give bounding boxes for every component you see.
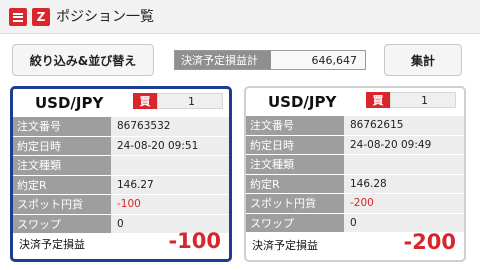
buy-badge: 買 — [133, 93, 157, 109]
detail-row: 約定R 146.28 — [246, 173, 464, 193]
row-value: 146.27 — [111, 175, 229, 194]
detail-rows: 注文番号 86762615 約定日時 24-08-20 09:49 注文種類 約… — [246, 115, 464, 232]
quantity: 1 — [390, 92, 456, 108]
detail-row: 注文種類 — [246, 154, 464, 174]
detail-row: 注文番号 86762615 — [246, 115, 464, 135]
row-value — [344, 155, 464, 174]
aggregate-button[interactable]: 集計 — [384, 44, 462, 76]
summary-value: 646,647 — [311, 53, 358, 67]
detail-row: スポット円貨 -100 — [13, 194, 229, 214]
profit-loss-value: -200 — [403, 230, 456, 254]
row-label: スポット円貨 — [246, 194, 344, 213]
profit-loss-row: 決済予定損益 -100 — [13, 225, 229, 259]
detail-row: 約定日時 24-08-20 09:51 — [13, 135, 229, 155]
row-value: -200 — [344, 194, 464, 213]
row-value: 86762615 — [344, 116, 464, 135]
detail-row: 約定日時 24-08-20 09:49 — [246, 134, 464, 154]
profit-loss-label: 決済予定損益 — [252, 239, 318, 252]
row-label: 注文種類 — [13, 156, 111, 175]
row-label: 注文番号 — [13, 117, 111, 136]
summary-total-display: 決済予定損益計 646,647 — [174, 50, 366, 70]
detail-rows: 注文番号 86763532 約定日時 24-08-20 09:51 注文種類 約… — [13, 116, 229, 233]
quantity: 1 — [157, 93, 223, 109]
detail-row: スポット円貨 -200 — [246, 193, 464, 213]
row-label: 注文番号 — [246, 116, 344, 135]
filter-sort-button[interactable]: 絞り込み&並び替え — [12, 44, 154, 76]
card-header: USD/JPY 買 1 — [13, 89, 229, 116]
row-value: -100 — [111, 195, 229, 214]
row-label: 約定R — [246, 174, 344, 193]
hamburger-menu-icon[interactable] — [9, 8, 27, 26]
detail-row: 約定R 146.27 — [13, 174, 229, 194]
row-value: 86763532 — [111, 117, 229, 136]
row-value: 146.28 — [344, 174, 464, 193]
row-label: スポット円貨 — [13, 195, 111, 214]
row-value — [111, 156, 229, 175]
page-title: ポジション一覧 — [56, 9, 154, 25]
header-bar: Z ポジション一覧 — [0, 0, 480, 34]
card-header: USD/JPY 買 1 — [246, 88, 464, 115]
profit-loss-label: 決済予定損益 — [19, 238, 85, 251]
buy-badge: 買 — [366, 92, 390, 108]
position-card-2[interactable]: USD/JPY 買 1 注文番号 86762615 約定日時 24-08-20 … — [244, 86, 466, 262]
currency-pair: USD/JPY — [35, 94, 104, 112]
logo-text: Z — [36, 10, 46, 24]
row-label: 約定日時 — [13, 136, 111, 155]
profit-loss-value: -100 — [168, 229, 221, 253]
summary-label: 決済予定損益計 — [175, 51, 271, 69]
z-logo-icon[interactable]: Z — [32, 8, 50, 26]
currency-pair: USD/JPY — [268, 93, 337, 111]
row-label: 約定日時 — [246, 135, 344, 154]
row-value: 24-08-20 09:51 — [111, 136, 229, 155]
detail-row: 注文種類 — [13, 155, 229, 175]
profit-loss-row: 決済予定損益 -200 — [246, 226, 464, 260]
row-value: 24-08-20 09:49 — [344, 135, 464, 154]
row-label: 約定R — [13, 175, 111, 194]
row-label: 注文種類 — [246, 155, 344, 174]
detail-row: 注文番号 86763532 — [13, 116, 229, 136]
position-card-1[interactable]: USD/JPY 買 1 注文番号 86763532 約定日時 24-08-20 … — [10, 86, 232, 262]
